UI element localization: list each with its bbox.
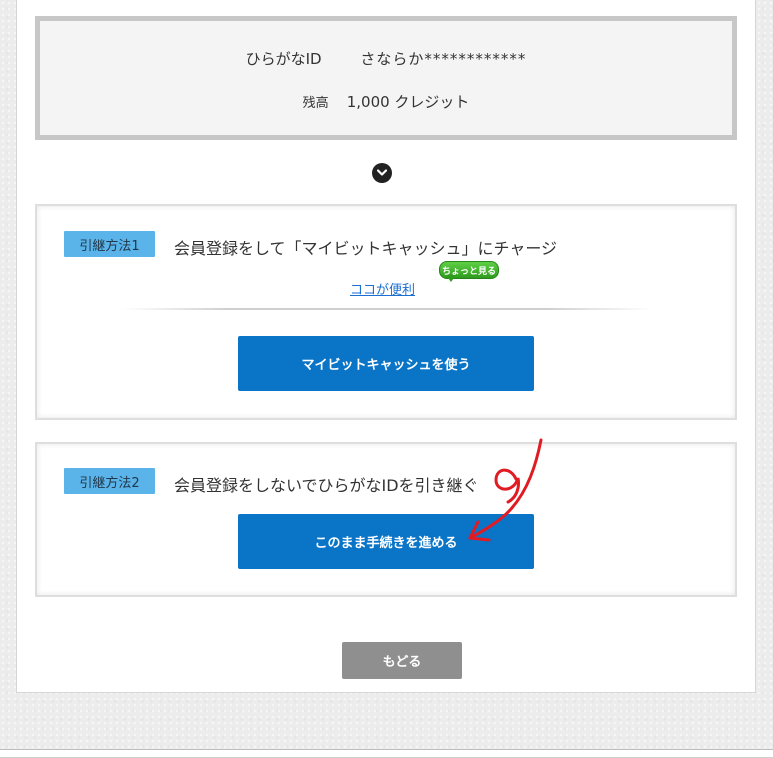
peek-bubble-tail — [446, 275, 456, 282]
page-panel: ひらがなID さならか************ 残高 1,000 クレジット 引… — [16, 0, 756, 693]
hiragana-id-row: ひらがなID さならか************ — [40, 48, 732, 69]
balance-row: 残高 1,000 クレジット — [40, 91, 732, 112]
convenience-link[interactable]: ココが便利 — [350, 279, 415, 298]
method1-title: 会員登録をして「マイビットキャッシュ」にチャージ — [174, 239, 558, 258]
chevron-down-icon — [372, 163, 392, 183]
hiragana-id-value: さならか************ — [360, 50, 527, 68]
account-summary-box: ひらがなID さならか************ 残高 1,000 クレジット — [35, 16, 737, 140]
use-mybitcash-button[interactable]: マイビットキャッシュを使う — [238, 336, 534, 391]
divider — [122, 308, 652, 310]
method2-badge: 引継方法2 — [64, 468, 155, 494]
bottom-strip — [0, 749, 773, 758]
hiragana-id-label: ひらがなID — [245, 50, 322, 68]
back-button[interactable]: もどる — [342, 642, 462, 679]
method1-badge: 引継方法1 — [64, 231, 155, 257]
proceed-button[interactable]: このまま手続きを進める — [238, 514, 534, 569]
balance-label: 残高 — [302, 96, 329, 111]
method2-title: 会員登録をしないでひらがなIDを引き継ぐ — [174, 476, 479, 495]
method2-card: 引継方法2 会員登録をしないでひらがなIDを引き継ぐ このまま手続きを進める — [35, 442, 737, 597]
balance-value: 1,000 クレジット — [346, 93, 470, 111]
method1-card: 引継方法1 会員登録をして「マイビットキャッシュ」にチャージ ココが便利 ちょっ… — [35, 204, 737, 420]
